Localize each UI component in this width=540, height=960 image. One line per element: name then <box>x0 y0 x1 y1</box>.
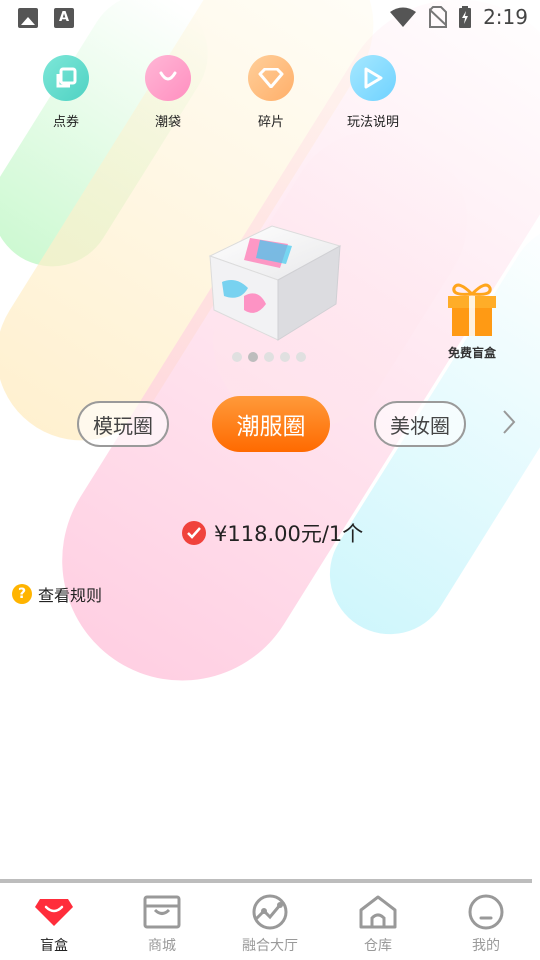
home-icon <box>356 893 400 931</box>
bottom-tab-bar: 盲盒 商城 融合大厅 仓库 我的 <box>0 879 540 960</box>
carousel-dot-active[interactable] <box>248 352 258 362</box>
quick-action-label: 玩法说明 <box>346 115 399 130</box>
category-model-toys[interactable]: 模玩圈 <box>77 401 169 447</box>
ticket-icon <box>43 55 89 101</box>
tab-store[interactable]: 商城 <box>112 893 212 955</box>
tab-blind-box[interactable]: 盲盒 <box>4 893 104 955</box>
tab-label: 融合大厅 <box>242 938 298 954</box>
tab-fusion-hall[interactable]: 融合大厅 <box>220 893 320 955</box>
play-icon <box>350 55 396 101</box>
view-rules-link[interactable]: ? 查看规则 <box>12 582 102 606</box>
image-icon <box>18 8 38 28</box>
fusion-icon <box>248 893 292 931</box>
carousel-dot[interactable] <box>280 352 290 362</box>
carousel-dots <box>232 352 306 362</box>
tab-warehouse[interactable]: 仓库 <box>328 893 428 955</box>
quick-action-fragments[interactable]: 碎片 <box>231 55 311 130</box>
tab-label: 盲盒 <box>40 938 68 954</box>
tab-label: 商城 <box>148 938 176 954</box>
quick-actions: 点券 潮袋 碎片 玩法说明 <box>0 55 540 135</box>
clock: 2:19 <box>483 5 528 29</box>
font-icon: A <box>54 8 74 28</box>
tab-label: 我的 <box>472 938 500 954</box>
background-decoration <box>0 0 540 960</box>
status-left: A <box>18 8 74 28</box>
bag-icon <box>145 55 191 101</box>
gift-icon <box>448 283 496 336</box>
quick-action-label: 点券 <box>52 115 79 130</box>
category-beauty[interactable]: 美妆圈 <box>374 401 466 447</box>
category-fashion-selected[interactable]: 潮服圈 <box>212 396 330 452</box>
quick-action-label: 碎片 <box>257 115 284 130</box>
blind-box-product-image[interactable] <box>200 218 345 343</box>
diamond-icon <box>248 55 294 101</box>
quick-action-label: 潮袋 <box>154 115 181 130</box>
tab-profile[interactable]: 我的 <box>436 893 536 955</box>
status-right: 2:19 <box>389 5 528 29</box>
quick-action-bag[interactable]: 潮袋 <box>128 55 208 130</box>
free-blind-box-button[interactable]: 免费盲盒 <box>440 280 504 361</box>
battery-charging-icon <box>459 6 472 28</box>
store-icon <box>140 893 184 931</box>
profile-icon <box>464 893 508 931</box>
chevron-right-icon[interactable] <box>496 408 520 436</box>
no-sim-icon <box>429 6 448 28</box>
carousel-dot[interactable] <box>232 352 242 362</box>
quick-action-tickets[interactable]: 点券 <box>26 55 106 130</box>
category-selector: 模玩圈 潮服圈 美妆圈 <box>0 396 540 452</box>
price-row: ¥118.00元/1个 <box>182 518 363 548</box>
view-rules-label: 查看规则 <box>38 586 103 605</box>
gem-icon <box>32 893 76 931</box>
carousel-dot[interactable] <box>296 352 306 362</box>
price-text: ¥118.00元/1个 <box>214 522 364 546</box>
free-blind-box-label: 免费盲盒 <box>447 346 496 360</box>
quick-action-how-to-play[interactable]: 玩法说明 <box>333 55 413 130</box>
wifi-icon <box>390 7 417 27</box>
tab-label: 仓库 <box>364 938 392 954</box>
status-bar: A 2:19 <box>0 0 540 36</box>
check-circle-icon <box>182 521 206 545</box>
carousel-dot[interactable] <box>264 352 274 362</box>
tabbar-divider <box>0 879 532 883</box>
question-circle-icon: ? <box>12 584 32 604</box>
